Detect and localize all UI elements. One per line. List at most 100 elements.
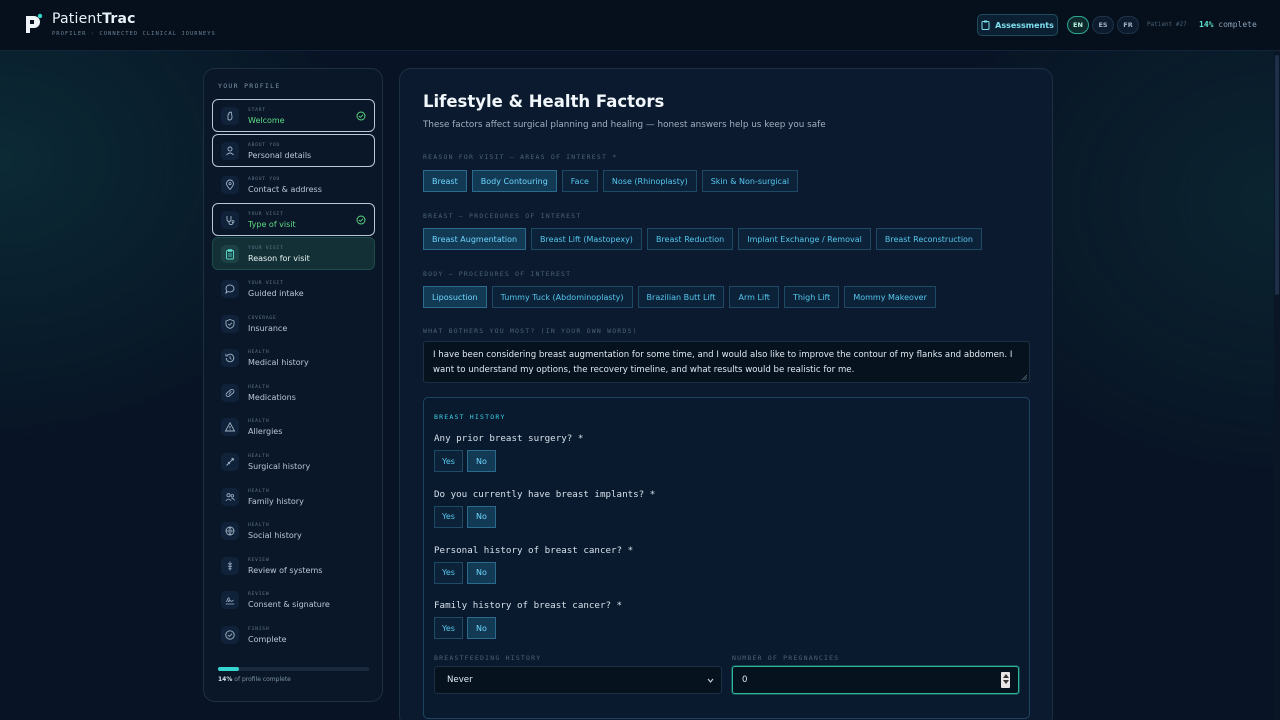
- no-button[interactable]: No: [467, 617, 496, 640]
- breast-procedures-chips: Breast Augmentation Breast Lift (Mastopex…: [423, 228, 983, 250]
- sidebar-item-category: YOUR VISIT: [248, 281, 284, 286]
- pill-icon: [221, 383, 239, 402]
- breast-question-label: Any prior breast surgery? *: [434, 433, 584, 444]
- body-icon: [221, 556, 239, 575]
- language-fr-button[interactable]: FR: [1117, 16, 1139, 34]
- patient-id: Patient #27: [1147, 21, 1187, 28]
- sidebar-item-label: Surgical history: [248, 462, 311, 471]
- sidebar-item-label: Medical history: [248, 358, 309, 368]
- sidebar-item-contact-and-address[interactable]: ABOUT YOU Contact & address: [212, 168, 375, 201]
- area-chip-breast[interactable]: Breast: [423, 170, 467, 192]
- no-button[interactable]: No: [467, 450, 496, 472]
- body-procedure-chip-mommy-makeover[interactable]: Mommy Makeover: [844, 286, 936, 308]
- breast-procedure-chip-breast-reduction[interactable]: Breast Reduction: [646, 228, 734, 250]
- body-procedure-chip-tummy-tuck-abdominoplasty[interactable]: Tummy Tuck (Abdominoplasty): [491, 286, 633, 308]
- assessments-button[interactable]: Assessments: [977, 14, 1058, 36]
- language-en-button[interactable]: EN: [1067, 16, 1089, 34]
- pregnancies-label: NUMBER OF PREGNANCIES: [732, 654, 840, 662]
- area-chip-nose-rhinoplasty[interactable]: Nose (Rhinoplasty): [602, 170, 697, 192]
- sidebar-item-category: YOUR VISIT: [248, 211, 284, 217]
- check-circle-icon: [221, 626, 239, 644]
- breast-history-title: BREAST HISTORY: [434, 413, 506, 421]
- sidebar-item-category: ABOUT YOU: [248, 142, 281, 148]
- sidebar-item-medical-history[interactable]: HEALTH Medical history: [212, 341, 375, 374]
- what-bothers-textarea[interactable]: I have been considering breast augmentat…: [423, 341, 1030, 383]
- sidebar-item-allergies[interactable]: HEALTH Allergies: [212, 410, 375, 443]
- body-procedure-chip-thigh-lift[interactable]: Thigh Lift: [783, 286, 840, 308]
- sidebar-item-personal-details[interactable]: ABOUT YOU Personal details: [212, 133, 375, 167]
- body-procedures-chips: Liposuction Tummy Tuck (Abdominoplasty) Br…: [423, 286, 936, 308]
- map-pin-icon: [221, 176, 239, 195]
- breast-procedure-chip-breast-lift-mastopexy[interactable]: Breast Lift (Mastopexy): [531, 228, 642, 250]
- sidebar-item-category: HEALTH: [248, 488, 270, 494]
- users-icon: [221, 487, 239, 506]
- sidebar-item-surgical-history[interactable]: HEALTH Surgical history: [212, 445, 375, 478]
- page-title: Lifestyle & Health Factors: [423, 92, 665, 111]
- breastfeeding-select[interactable]: Never: [434, 666, 722, 694]
- sidebar-item-reason-for-visit[interactable]: YOUR VISIT Reason for visit: [212, 237, 375, 271]
- sidebar-item-consent-and-signature[interactable]: REVIEW Consent & signature: [212, 583, 375, 616]
- sidebar-item-category: HEALTH: [248, 419, 270, 425]
- breast-procedure-chip-breast-augmentation[interactable]: Breast Augmentation: [423, 228, 527, 250]
- warning-icon: [221, 418, 239, 437]
- sidebar-title: YOUR PROFILE: [218, 82, 281, 90]
- area-chip-face[interactable]: Face: [561, 170, 598, 192]
- patienttrac-logo-icon: [26, 13, 43, 33]
- number-stepper[interactable]: [1001, 672, 1010, 688]
- area-chip-body-contouring[interactable]: Body Contouring: [471, 170, 557, 192]
- yes-button[interactable]: Yes: [434, 450, 463, 472]
- no-button[interactable]: No: [467, 561, 496, 584]
- sidebar-item-review-of-systems[interactable]: REVIEW Review of systems: [212, 549, 375, 582]
- sidebar-item-family-history[interactable]: HEALTH Family history: [212, 480, 375, 513]
- resize-handle-icon[interactable]: [1021, 374, 1027, 380]
- yes-button[interactable]: Yes: [434, 505, 463, 528]
- breast-procedure-chip-implant-exchange-removal[interactable]: Implant Exchange / Removal: [738, 228, 871, 250]
- chat-icon: [221, 280, 239, 298]
- main-panel: Lifestyle & Health Factors These factors…: [399, 68, 1053, 720]
- yes-button[interactable]: Yes: [434, 561, 463, 584]
- profile-progress-fill: [218, 667, 240, 671]
- body-procedure-chip-brazilian-butt-lift[interactable]: Brazilian Butt Lift: [637, 286, 725, 308]
- check-circle-icon: [356, 215, 366, 225]
- area-chip-skin-and-non-surgical[interactable]: Skin & Non-surgical: [701, 170, 799, 192]
- body-procedure-chip-arm-lift[interactable]: Arm Lift: [729, 286, 779, 308]
- areas-of-interest-label: REASON FOR VISIT — AREAS OF INTEREST *: [423, 153, 618, 161]
- sidebar-item-category: COVERAGE: [248, 315, 277, 321]
- language-es-button[interactable]: ES: [1092, 16, 1114, 34]
- sidebar-item-label: Contact & address: [248, 185, 322, 195]
- sidebar-item-label: Allergies: [248, 427, 283, 437]
- brand-tagline: PROFILER · CONNECTED CLINICAL JOURNEYS: [52, 31, 216, 37]
- sidebar-item-label: Insurance: [248, 323, 288, 333]
- sidebar-item-guided-intake[interactable]: YOUR VISIT Guided intake: [212, 272, 375, 305]
- sidebar-item-type-of-visit[interactable]: YOUR VISIT Type of visit: [212, 202, 375, 236]
- top-bar: PatientTrac PROFILER · CONNECTED CLINICA…: [0, 0, 1280, 51]
- pregnancies-input[interactable]: 0: [732, 666, 1019, 694]
- yes-no-toggle: Yes No: [434, 617, 496, 640]
- sidebar-item-category: REVIEW: [248, 557, 270, 563]
- body-procedure-chip-liposuction[interactable]: Liposuction: [423, 286, 487, 308]
- check-circle-icon: [356, 111, 366, 121]
- sidebar-item-label: Type of visit: [248, 219, 296, 229]
- page-scrollbar-thumb[interactable]: [1275, 55, 1279, 295]
- sidebar-item-social-history[interactable]: HEALTH Social history: [212, 514, 375, 547]
- yes-button[interactable]: Yes: [434, 617, 463, 640]
- sidebar-item-label: Consent & signature: [248, 600, 330, 610]
- sidebar-item-label: Guided intake: [248, 289, 304, 298]
- clipboard-icon: [981, 20, 990, 30]
- sidebar-item-insurance[interactable]: COVERAGE Insurance: [212, 307, 375, 340]
- globe-icon: [221, 522, 239, 541]
- sidebar-item-category: HEALTH: [248, 523, 270, 529]
- yes-no-toggle: Yes No: [434, 450, 496, 472]
- chevron-down-icon: [707, 678, 714, 683]
- sidebar-item-welcome[interactable]: START Welcome: [212, 99, 375, 132]
- breast-history-section: BREAST HISTORY Any prior breast surgery?…: [423, 397, 1030, 719]
- sidebar-item-category: ABOUT YOU: [248, 177, 281, 183]
- sidebar-item-category: REVIEW: [248, 592, 270, 598]
- sidebar-item-label: Complete: [248, 635, 287, 644]
- breastfeeding-label: BREASTFEEDING HISTORY: [434, 654, 542, 662]
- breast-procedure-chip-breast-reconstruction[interactable]: Breast Reconstruction: [875, 228, 983, 250]
- sidebar-item-complete[interactable]: FINISH Complete: [212, 618, 375, 651]
- sidebar-item-label: Reason for visit: [248, 254, 310, 264]
- sidebar-item-medications[interactable]: HEALTH Medications: [212, 376, 375, 409]
- no-button[interactable]: No: [467, 505, 496, 528]
